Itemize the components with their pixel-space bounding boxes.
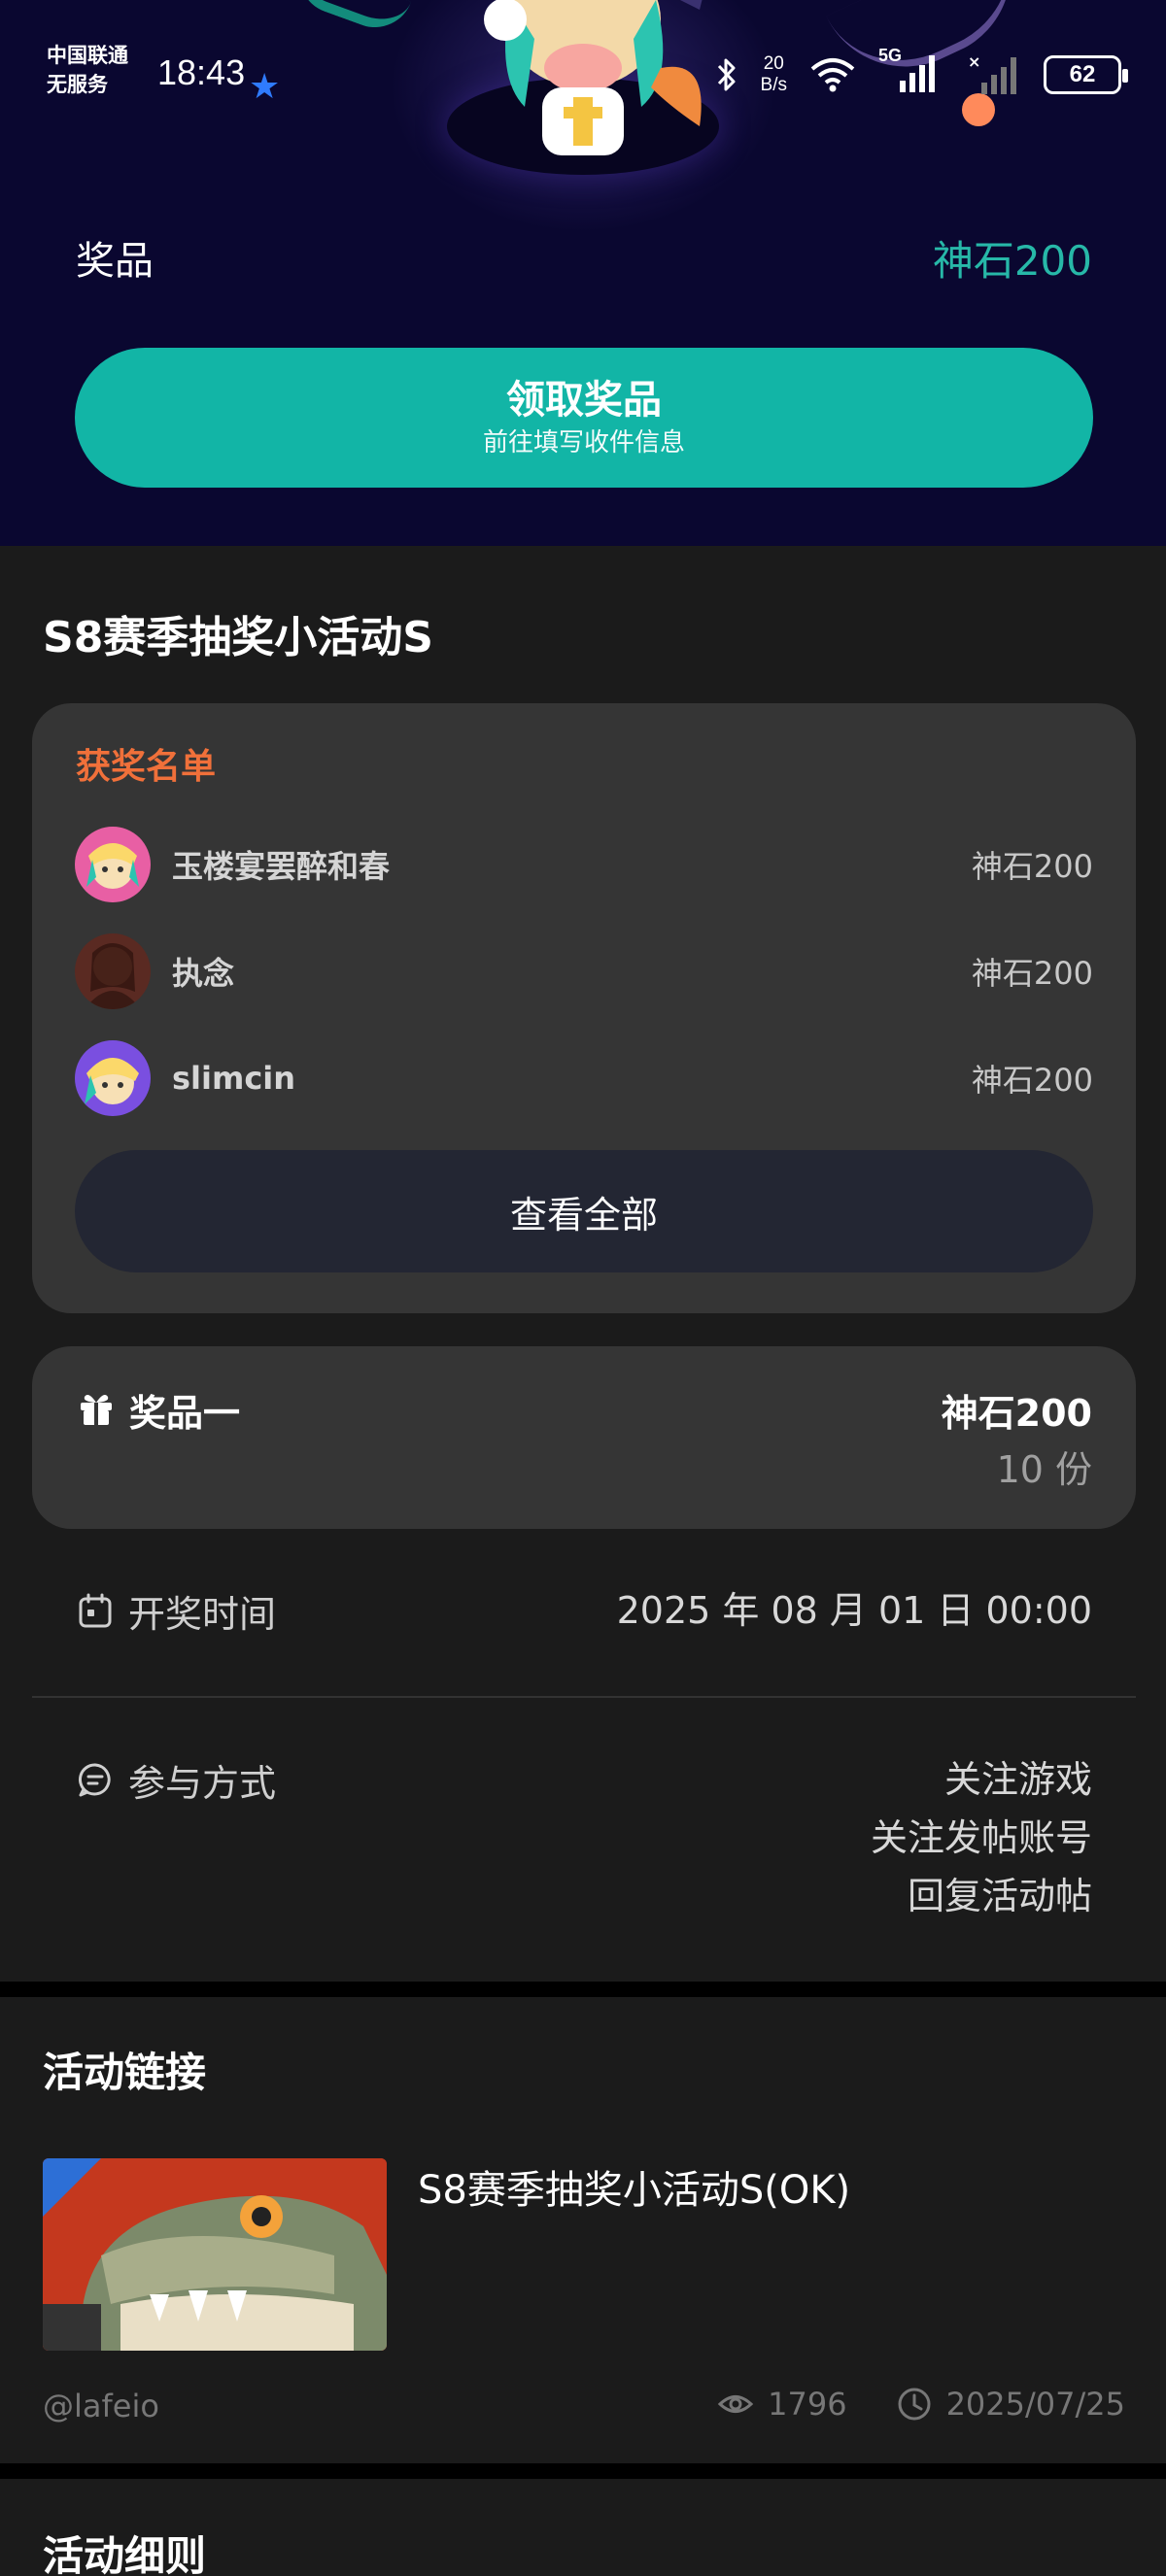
draw-time-label: 开奖时间 — [128, 1592, 277, 1636]
participation-method: 关注游戏 — [943, 1758, 1092, 1801]
post-meta: 1796 2025/07/25 — [717, 2386, 1125, 2423]
prize-value: 神石200 — [932, 236, 1092, 285]
bluetooth-icon — [717, 58, 736, 91]
participation-label: 参与方式 — [128, 1761, 277, 1805]
activity-link-heading: 活动链接 — [43, 2049, 207, 2096]
winner-name: slimcin — [172, 1060, 296, 1097]
avatar — [75, 1040, 151, 1116]
no-signal-icon: × — [968, 53, 1016, 94]
draw-time-row: 开奖时间 2025 年 08 月 01 日 00:00 — [76, 1581, 1092, 1640]
carrier-name: 中国联通 — [47, 44, 128, 67]
winner-prize: 神石200 — [971, 955, 1093, 992]
prize-quantity: 10 份 — [996, 1448, 1092, 1491]
clock-icon — [898, 2388, 931, 2421]
hero-prize-row: 奖品 神石200 — [76, 233, 1092, 285]
eye-icon — [717, 2395, 754, 2413]
status-icons: 20 B/s 5G × 62 — [714, 46, 1128, 99]
post-date: 2025/07/25 — [945, 2386, 1125, 2423]
post-author[interactable]: @lafeio — [43, 2388, 159, 2424]
gift-icon — [81, 1395, 112, 1425]
battery-indicator: 62 — [1044, 55, 1128, 94]
winners-card: 获奖名单 玉楼宴罢醉和春 神石200 执念 神石200 slimcin 神石20… — [32, 703, 1136, 1313]
winner-row[interactable]: 玉楼宴罢醉和春 神石200 — [75, 826, 1093, 903]
winners-heading: 获奖名单 — [76, 747, 217, 787]
section-separator — [0, 2463, 1166, 2479]
activity-thumbnail[interactable] — [43, 2158, 387, 2351]
hero-banner: 中国联通 无服务 18:43 ★ 20 B/s 5G × 62 奖品 神石200… — [0, 0, 1166, 546]
status-bar: 中国联通 无服务 18:43 ★ 20 B/s 5G × 62 — [0, 0, 1166, 146]
calendar-icon — [79, 1593, 112, 1628]
winner-row[interactable]: 执念 神石200 — [75, 932, 1093, 1010]
activity-link-section: 活动链接 S8赛季抽奖小活动S(OK) @lafeio 1796 2025/07… — [0, 1997, 1166, 2463]
claim-button-title: 领取奖品 — [506, 378, 662, 423]
network-speed-value: 20 — [763, 53, 784, 74]
winner-prize: 神石200 — [971, 1062, 1093, 1099]
view-all-button[interactable]: 查看全部 — [75, 1150, 1093, 1272]
comment-icon — [78, 1763, 111, 1797]
network-speed: 20 B/s — [761, 53, 787, 96]
event-title: S8赛季抽奖小活动S — [43, 613, 433, 662]
avatar — [75, 933, 151, 1009]
rules-section: 活动细则 — [0, 2479, 1166, 2576]
winner-prize: 神石200 — [971, 848, 1093, 885]
rules-heading: 活动细则 — [43, 2532, 207, 2576]
prize-amount: 神石200 — [941, 1392, 1092, 1435]
prize-card: 奖品一 神石200 10 份 — [32, 1346, 1136, 1529]
winner-name: 玉楼宴罢醉和春 — [172, 848, 391, 885]
event-details: S8赛季抽奖小活动S 获奖名单 玉楼宴罢醉和春 神石200 执念 神石200 s… — [0, 546, 1166, 1982]
network-type: 5G — [878, 46, 903, 65]
battery-level: 62 — [1069, 61, 1096, 87]
winner-row[interactable]: slimcin 神石200 — [75, 1039, 1093, 1117]
draw-time-value: 2025 年 08 月 01 日 00:00 — [616, 1589, 1092, 1632]
network-speed-unit: B/s — [760, 75, 787, 95]
svg-text:×: × — [968, 53, 980, 71]
activity-link-title[interactable]: S8赛季抽奖小活动S(OK) — [418, 2158, 850, 2215]
participation-methods: 关注游戏 关注发帖账号 回复活动帖 — [871, 1750, 1092, 1925]
participation-row: 参与方式 关注游戏 关注发帖账号 回复活动帖 — [76, 1750, 1092, 1925]
carrier-info: 中国联通 无服务 — [47, 41, 128, 99]
divider — [32, 1696, 1136, 1698]
section-separator — [0, 1982, 1166, 1997]
prize-label: 奖品 — [76, 239, 154, 284]
winner-name: 执念 — [172, 955, 235, 992]
prize-name: 奖品一 — [129, 1392, 241, 1435]
status-time: 18:43 — [157, 52, 246, 92]
claim-prize-button[interactable]: 领取奖品 前往填写收件信息 — [75, 348, 1093, 488]
carrier-status: 无服务 — [47, 73, 108, 96]
participation-method: 回复活动帖 — [907, 1875, 1092, 1917]
star-icon: ★ — [249, 67, 281, 107]
avatar — [75, 827, 151, 902]
view-count: 1796 — [768, 2386, 847, 2423]
wifi-icon — [810, 58, 855, 92]
participation-method: 关注发帖账号 — [870, 1816, 1092, 1859]
cellular-signal: 5G — [878, 46, 946, 98]
claim-button-subtitle: 前往填写收件信息 — [482, 428, 685, 458]
